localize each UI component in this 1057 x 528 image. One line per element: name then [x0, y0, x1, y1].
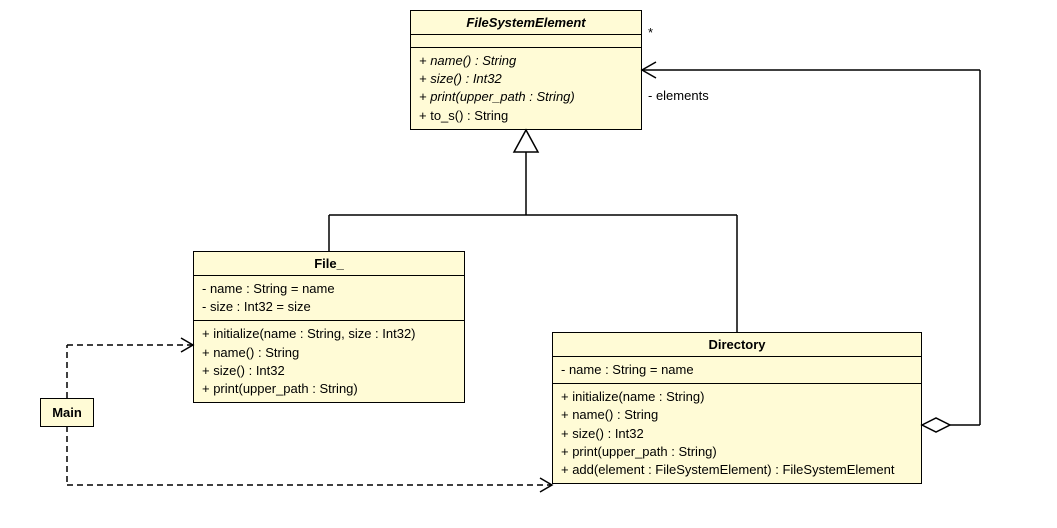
attribute: - name : String = name [202, 280, 456, 298]
method: + print(upper_path : String) [202, 380, 456, 398]
class-file: File_ - name : String = name - size : In… [193, 251, 465, 403]
attribute: - size : Int32 = size [202, 298, 456, 316]
method: + print(upper_path : String) [561, 443, 913, 461]
class-title: Directory [553, 333, 921, 357]
class-title: Main [52, 405, 82, 420]
method: + print(upper_path : String) [419, 88, 633, 106]
dependency-main-directory [67, 426, 552, 492]
method: + initialize(name : String, size : Int32… [202, 325, 456, 343]
method-compartment: + initialize(name : String, size : Int32… [194, 321, 464, 402]
method-compartment: + initialize(name : String) + name() : S… [553, 384, 921, 483]
method: + size() : Int32 [419, 70, 633, 88]
class-directory: Directory - name : String = name + initi… [552, 332, 922, 484]
attr-compartment: - name : String = name [553, 357, 921, 384]
class-title: FileSystemElement [411, 11, 641, 35]
dependency-main-file [67, 338, 193, 398]
class-main: Main [40, 398, 94, 427]
method: + name() : String [202, 344, 456, 362]
role-label: - elements [648, 88, 709, 103]
attribute: - name : String = name [561, 361, 913, 379]
method-compartment: + name() : String + size() : Int32 + pri… [411, 48, 641, 129]
empty-attr-compartment [411, 35, 641, 48]
method: + to_s() : String [419, 107, 633, 125]
class-filesystemelement: FileSystemElement + name() : String + si… [410, 10, 642, 130]
method: + add(element : FileSystemElement) : Fil… [561, 461, 913, 479]
method: + size() : Int32 [202, 362, 456, 380]
method: + name() : String [419, 52, 633, 70]
multiplicity-label: * [648, 25, 653, 40]
generalization-arrowhead [514, 130, 538, 152]
method: + initialize(name : String) [561, 388, 913, 406]
method: + size() : Int32 [561, 425, 913, 443]
class-title: File_ [194, 252, 464, 276]
method: + name() : String [561, 406, 913, 424]
attr-compartment: - name : String = name - size : Int32 = … [194, 276, 464, 321]
